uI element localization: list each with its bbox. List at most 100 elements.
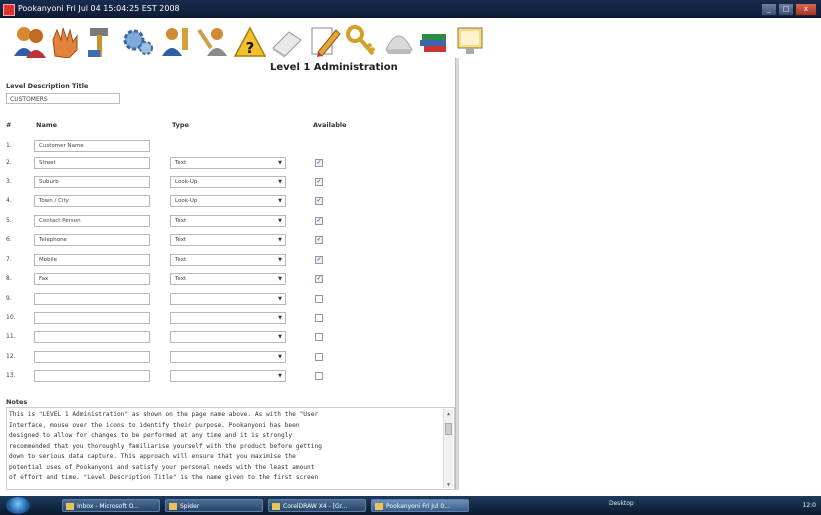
user-tools-icon[interactable] bbox=[195, 22, 231, 60]
notes-textarea[interactable]: This is "LEVEL 1 Administration" as show… bbox=[6, 407, 455, 490]
field-type-select[interactable]: Text ▼ bbox=[170, 215, 286, 227]
dropdown-arrow-icon[interactable]: ▼ bbox=[278, 352, 282, 363]
field-type-select[interactable]: Text ▼ bbox=[170, 234, 286, 246]
notes-line: down to serious data capture. This appro… bbox=[9, 453, 296, 460]
field-name-input[interactable]: Fax bbox=[34, 273, 150, 285]
field-type-select[interactable]: Look-Up ▼ bbox=[170, 195, 286, 207]
scroll-thumb[interactable] bbox=[445, 423, 452, 435]
desktop-toolbar-label[interactable]: Desktop bbox=[609, 500, 634, 507]
field-name-input[interactable]: Town / City bbox=[34, 195, 150, 207]
notes-scrollbar[interactable]: ▲ ▼ bbox=[443, 409, 453, 488]
field-type-select[interactable]: ▼ bbox=[170, 331, 286, 343]
task-label: CorelDRAW X4 - [Gr... bbox=[283, 503, 348, 510]
taskbar: Inbox - Microsoft O... Spider CorelDRAW X4… bbox=[0, 496, 821, 515]
field-name-input[interactable] bbox=[34, 331, 150, 343]
taskbar-task[interactable]: Pookanyoni Fri Jul 0... bbox=[371, 499, 469, 512]
system-tray: 12:0 bbox=[700, 499, 818, 512]
field-name-input[interactable]: Telephone bbox=[34, 234, 150, 246]
field-name-input[interactable] bbox=[34, 370, 150, 382]
user-gear-icon[interactable] bbox=[158, 22, 194, 60]
hand-icon[interactable] bbox=[47, 22, 83, 60]
available-checkbox[interactable]: ✓ bbox=[315, 256, 323, 264]
available-checkbox[interactable] bbox=[315, 314, 323, 322]
field-name-input[interactable]: Mobile bbox=[34, 254, 150, 266]
row-number: 12. bbox=[6, 353, 16, 360]
dropdown-arrow-icon[interactable]: ▼ bbox=[278, 235, 282, 246]
field-type-select[interactable]: Text ▼ bbox=[170, 157, 286, 169]
available-checkbox[interactable]: ✓ bbox=[315, 159, 323, 167]
gears-icon[interactable] bbox=[120, 22, 156, 60]
minimize-button[interactable]: _ bbox=[761, 3, 777, 16]
dropdown-arrow-icon[interactable]: ▼ bbox=[278, 313, 282, 324]
row-number: 1. bbox=[6, 142, 12, 149]
users-icon[interactable] bbox=[12, 22, 48, 60]
field-name-input[interactable] bbox=[34, 351, 150, 363]
taskbar-task[interactable]: Spider bbox=[165, 499, 263, 512]
taskbar-task[interactable]: CorelDRAW X4 - [Gr... bbox=[268, 499, 366, 512]
column-header-num: # bbox=[6, 121, 12, 129]
available-checkbox[interactable]: ✓ bbox=[315, 217, 323, 225]
field-type-select[interactable]: Look-Up ▼ bbox=[170, 176, 286, 188]
field-type-value: Text bbox=[175, 257, 187, 263]
notepad-pencil-icon[interactable] bbox=[306, 22, 342, 60]
field-name-input[interactable]: Customer Name bbox=[34, 140, 150, 152]
window-title: Pookanyoni Fri Jul 04 15:04:25 EST 2008 bbox=[18, 4, 180, 13]
field-type-select[interactable]: Text ▼ bbox=[170, 273, 286, 285]
dropdown-arrow-icon[interactable]: ▼ bbox=[278, 216, 282, 227]
monitor-icon[interactable] bbox=[452, 22, 488, 60]
dropdown-arrow-icon[interactable]: ▼ bbox=[278, 274, 282, 285]
page-title: Level 1 Administration bbox=[270, 62, 398, 73]
available-checkbox[interactable]: ✓ bbox=[315, 178, 323, 186]
available-checkbox[interactable] bbox=[315, 333, 323, 341]
dropdown-arrow-icon[interactable]: ▼ bbox=[278, 158, 282, 169]
available-checkbox[interactable] bbox=[315, 295, 323, 303]
globe-icon[interactable] bbox=[380, 22, 416, 60]
field-name-input[interactable] bbox=[34, 312, 150, 324]
maximize-button[interactable]: □ bbox=[778, 3, 794, 16]
dropdown-arrow-icon[interactable]: ▼ bbox=[278, 177, 282, 188]
row-number: 7. bbox=[6, 256, 12, 263]
key-icon[interactable] bbox=[343, 22, 379, 60]
field-name-input[interactable]: Street bbox=[34, 157, 150, 169]
field-type-select[interactable]: ▼ bbox=[170, 293, 286, 305]
field-type-select[interactable]: ▼ bbox=[170, 351, 286, 363]
available-checkbox[interactable]: ✓ bbox=[315, 236, 323, 244]
taskbar-task[interactable]: Inbox - Microsoft O... bbox=[62, 499, 160, 512]
close-button[interactable]: x bbox=[795, 3, 817, 16]
row-number: 10. bbox=[6, 314, 16, 321]
field-name-input[interactable]: Contact Person bbox=[34, 215, 150, 227]
preview-panel bbox=[459, 58, 821, 490]
books-icon[interactable] bbox=[416, 22, 452, 60]
eraser-icon[interactable] bbox=[269, 22, 305, 60]
scroll-down-icon[interactable]: ▼ bbox=[444, 480, 453, 488]
scroll-up-icon[interactable]: ▲ bbox=[444, 409, 453, 417]
notes-line: Interface, mouse over the icons to ident… bbox=[9, 421, 300, 429]
task-app-icon bbox=[66, 503, 74, 510]
dropdown-arrow-icon[interactable]: ▼ bbox=[278, 255, 282, 266]
help-warning-icon[interactable]: ? bbox=[232, 22, 268, 60]
notes-line: This is "LEVEL 1 Administration" as show… bbox=[9, 411, 319, 418]
hammer-icon[interactable] bbox=[84, 22, 120, 60]
dropdown-arrow-icon[interactable]: ▼ bbox=[278, 294, 282, 305]
field-type-select[interactable]: ▼ bbox=[170, 312, 286, 324]
field-name-input[interactable] bbox=[34, 293, 150, 305]
dropdown-arrow-icon[interactable]: ▼ bbox=[278, 332, 282, 343]
start-button[interactable] bbox=[6, 497, 30, 514]
available-checkbox[interactable] bbox=[315, 353, 323, 361]
column-header-name: Name bbox=[36, 121, 58, 129]
task-app-icon bbox=[375, 503, 383, 510]
field-type-select[interactable]: Text ▼ bbox=[170, 254, 286, 266]
available-checkbox[interactable]: ✓ bbox=[315, 275, 323, 283]
level-description-input[interactable]: CUSTOMERS bbox=[6, 93, 120, 104]
dropdown-arrow-icon[interactable]: ▼ bbox=[278, 196, 282, 207]
dropdown-arrow-icon[interactable]: ▼ bbox=[278, 371, 282, 382]
field-type-value: Look-Up bbox=[175, 179, 198, 185]
available-checkbox[interactable]: ✓ bbox=[315, 197, 323, 205]
clock[interactable]: 12:0 bbox=[803, 499, 816, 512]
task-label: Inbox - Microsoft O... bbox=[77, 503, 139, 510]
available-checkbox[interactable] bbox=[315, 372, 323, 380]
field-type-select[interactable]: ▼ bbox=[170, 370, 286, 382]
notes-label: Notes bbox=[6, 398, 28, 406]
field-name-input[interactable]: Suburb bbox=[34, 176, 150, 188]
notes-line: recommended that you thoroughly familiar… bbox=[9, 442, 322, 450]
